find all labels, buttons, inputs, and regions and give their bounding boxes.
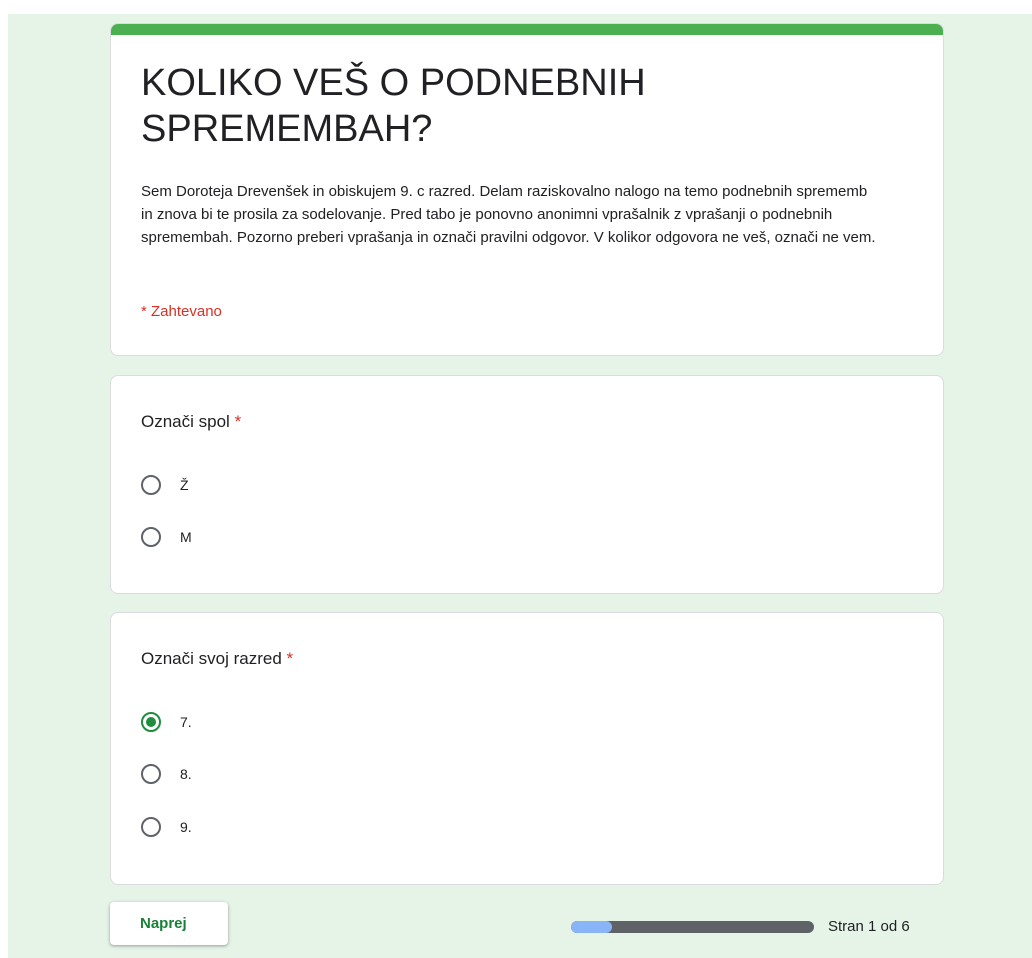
radio-button[interactable]	[141, 817, 161, 837]
required-note: * Zahtevano	[141, 303, 222, 320]
page-indicator: Stran 1 od 6	[828, 918, 910, 935]
radio-option-9[interactable]: 9.	[141, 817, 192, 837]
option-label: 7.	[180, 714, 192, 730]
option-label: 8.	[180, 766, 192, 782]
question-title-text: Označi spol	[141, 412, 230, 431]
option-label: M	[180, 529, 192, 545]
radio-option-z[interactable]: Ž	[141, 475, 189, 495]
question-title-text: Označi svoj razred	[141, 649, 282, 668]
question-card-grade: Označi svoj razred * 7. 8. 9.	[110, 612, 944, 885]
header-accent-bar	[111, 24, 943, 35]
question-card-gender: Označi spol * Ž M	[110, 375, 944, 594]
radio-button[interactable]	[141, 527, 161, 547]
radio-option-8[interactable]: 8.	[141, 764, 192, 784]
radio-option-7[interactable]: 7.	[141, 712, 192, 732]
radio-button[interactable]	[141, 475, 161, 495]
progress-bar	[571, 921, 814, 933]
radio-button[interactable]	[141, 764, 161, 784]
next-button[interactable]: Naprej	[110, 902, 228, 945]
required-asterisk: *	[234, 412, 242, 431]
form-header-card: KOLIKO VEŠ O PODNEBNIH SPREMEMBAH? Sem D…	[110, 23, 944, 356]
option-label: Ž	[180, 477, 189, 493]
radio-button-checked[interactable]	[141, 712, 161, 732]
progress-bar-fill	[571, 921, 612, 933]
required-asterisk: *	[286, 649, 294, 668]
radio-option-m[interactable]: M	[141, 527, 192, 547]
question-title: Označi spol *	[141, 412, 241, 432]
question-title: Označi svoj razred *	[141, 649, 293, 669]
option-label: 9.	[180, 819, 192, 835]
form-title: KOLIKO VEŠ O PODNEBNIH SPREMEMBAH?	[141, 62, 646, 150]
form-description: Sem Doroteja Drevenšek in obiskujem 9. c…	[141, 183, 876, 246]
